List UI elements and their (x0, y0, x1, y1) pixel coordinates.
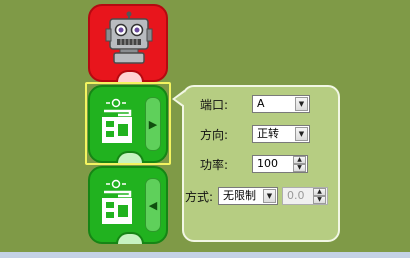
mode-select[interactable]: 无限制 ▼ (218, 187, 278, 205)
robot-start-block[interactable] (88, 4, 168, 82)
mode-label: 方式: (185, 190, 214, 204)
motor-block-2[interactable]: ◀ (88, 166, 168, 244)
power-stepper[interactable]: 100 ▲ ▼ (252, 155, 308, 173)
port-value: A (257, 97, 265, 110)
port-label: 端口: (200, 98, 229, 112)
chevron-down-icon: ▼ (295, 97, 308, 111)
direction-value: 正转 (257, 127, 279, 140)
spin-up-icon: ▲ (313, 188, 326, 196)
chevron-down-icon: ▼ (295, 127, 308, 141)
mode-value: 无限制 (223, 189, 256, 202)
duration-value: 0.0 (287, 189, 305, 202)
power-label: 功率: (200, 158, 229, 172)
direction-label: 方向: (200, 128, 229, 142)
popup-pointer-fill (175, 92, 185, 106)
duration-stepper: 0.0 ▲ ▼ (282, 187, 328, 205)
canvas-bottom-strip (0, 252, 410, 258)
motor-config-popup: 端口: A ▼ 方向: 正转 ▼ 功率: 100 ▲ ▼ 方式: 无限制 ▼ 0… (182, 85, 340, 242)
motor-icon (102, 179, 132, 224)
chevron-down-icon: ▼ (263, 189, 276, 203)
chevron-left-icon: ◀ (148, 198, 158, 212)
port-select[interactable]: A ▼ (252, 95, 310, 113)
power-value: 100 (257, 157, 278, 170)
spin-down-icon[interactable]: ▼ (293, 164, 306, 172)
motor-block-2-expand-toggle[interactable]: ◀ (145, 178, 161, 232)
spin-down-icon: ▼ (313, 196, 326, 204)
direction-select[interactable]: 正转 ▼ (252, 125, 310, 143)
selected-block-highlight (85, 82, 171, 165)
spin-up-icon[interactable]: ▲ (293, 156, 306, 164)
block-connector-tab (116, 70, 144, 82)
robot-icon (105, 11, 153, 64)
